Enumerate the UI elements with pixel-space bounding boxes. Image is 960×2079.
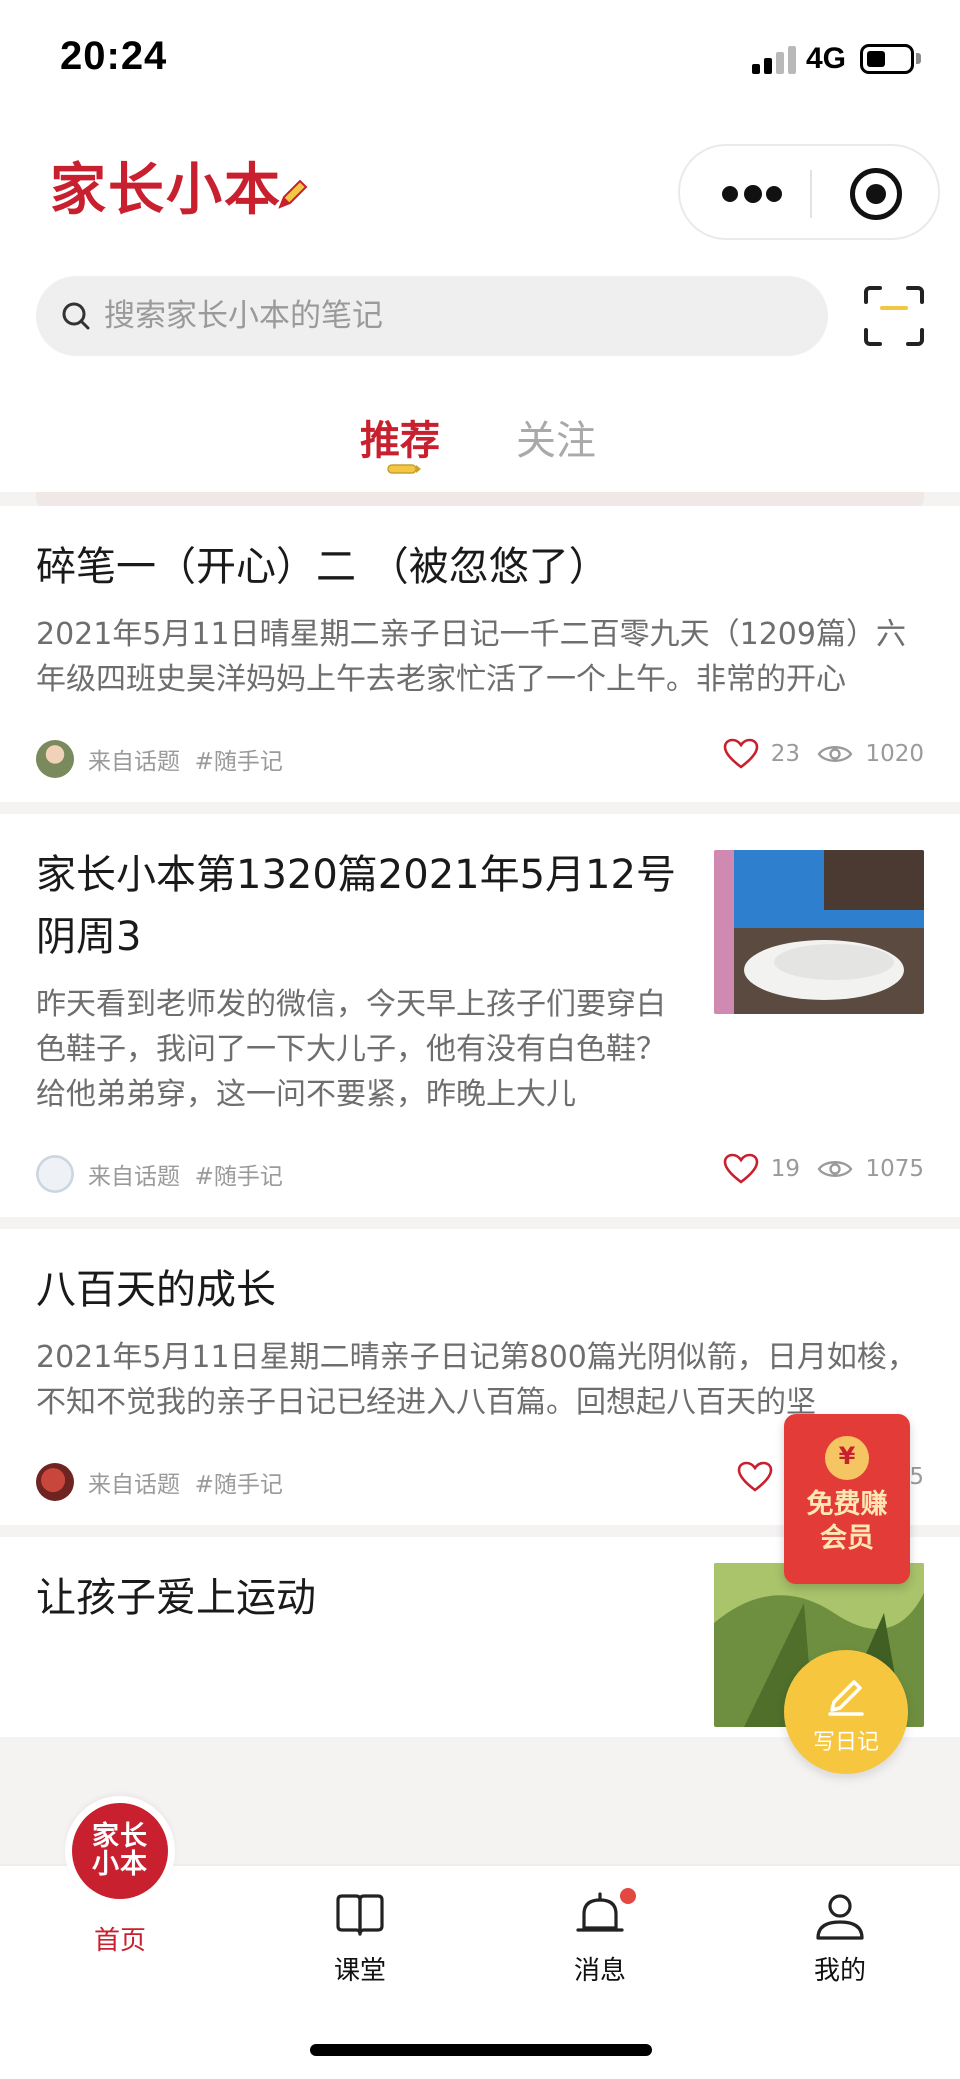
battery-icon (860, 44, 914, 74)
tab-recommend[interactable]: 推荐 (360, 408, 440, 466)
close-mini-program-icon[interactable] (850, 168, 902, 220)
note-title: 家长小本第1320篇2021年5月12号阴周3 (36, 852, 676, 960)
logo-pencil-icon (278, 179, 308, 209)
search-icon (62, 302, 90, 330)
promo-line-1: 免费赚 (806, 1489, 888, 1520)
home-logo-badge: 家长 小本 (65, 1796, 175, 1906)
note-source: 来自话题 #随手记 (88, 742, 283, 776)
note-footer: 来自话题 #随手记 19 1075 (36, 1117, 924, 1217)
like-number: 23 (770, 741, 800, 767)
heart-icon (723, 738, 759, 769)
note-excerpt: 2021年5月11日晴星期二亲子日记一千二百零九天（1209篇）六年级四班史昊洋… (36, 617, 906, 697)
view-count: 1075 (817, 1153, 924, 1185)
note-source: 来自话题 #随手记 (88, 1465, 283, 1499)
home-logo-circle: 家长 小本 (72, 1803, 168, 1899)
nav-classroom-label: 课堂 (333, 1956, 386, 1986)
money-bag-icon (825, 1436, 869, 1480)
topic-tag[interactable]: #随手记 (195, 1472, 283, 1498)
logo-text: 家长小本 (50, 157, 282, 223)
note-source: 来自话题 #随手记 (88, 1157, 283, 1191)
nav-home-label: 首页 (93, 1926, 146, 1956)
write-diary-label: 写日记 (812, 1730, 879, 1755)
capsule-divider (810, 170, 812, 218)
nav-messages[interactable]: 消息 (520, 1888, 680, 1987)
nav-home[interactable]: 家长 小本 首页 (40, 1796, 200, 1957)
heart-icon (723, 1153, 759, 1184)
note-card[interactable]: 家长小本第1320篇2021年5月12号阴周3 昨天看到老师发的微信，今天早上孩… (0, 814, 960, 1217)
scan-icon[interactable] (862, 284, 926, 348)
avatar[interactable] (36, 1155, 74, 1193)
eye-icon (818, 1161, 853, 1177)
home-badge-line-1: 家长 (92, 1821, 148, 1852)
note-footer: 来自话题 #随手记 23 1020 (36, 702, 924, 802)
note-thumbnail (714, 850, 924, 1014)
source-label: 来自话题 (88, 749, 180, 775)
feed-tabs: 推荐 关注 (0, 400, 960, 480)
app-logo: 家长小本 (50, 150, 310, 223)
like-count[interactable]: 19 (723, 1153, 800, 1185)
like-count[interactable]: 23 (723, 738, 800, 770)
topic-tag[interactable]: #随手记 (195, 749, 283, 775)
promo-text: 免费赚 会员 (784, 1488, 910, 1556)
pencil-icon (828, 1680, 864, 1716)
search-bar[interactable] (36, 276, 828, 356)
user-icon (816, 1894, 864, 1940)
more-options-icon[interactable] (722, 184, 782, 204)
eye-icon (818, 746, 853, 762)
free-membership-promo[interactable]: 免费赚 会员 (784, 1414, 910, 1584)
nav-profile-label: 我的 (813, 1956, 866, 1986)
promo-line-2: 会员 (820, 1523, 874, 1554)
note-excerpt: 2021年5月11日星期二晴亲子日记第800篇光阴似箭，日月如梭，不知不觉我的亲… (36, 1340, 917, 1420)
mini-program-capsule (678, 144, 940, 240)
home-indicator[interactable] (310, 2044, 652, 2056)
nav-messages-label: 消息 (573, 1956, 626, 1986)
note-title: 碎笔一（开心）二 （被忽悠了） (36, 544, 609, 590)
write-diary-button[interactable]: 写日记 (784, 1650, 908, 1774)
nav-classroom[interactable]: 课堂 (280, 1888, 440, 1987)
heart-icon (738, 1461, 773, 1492)
avatar[interactable] (36, 1463, 74, 1501)
source-label: 来自话题 (88, 1164, 180, 1190)
note-excerpt: 昨天看到老师发的微信，今天早上孩子们要穿白色鞋子，我问了一下大儿子，他有没有白色… (36, 987, 666, 1112)
book-icon (336, 1894, 384, 1936)
unread-dot (620, 1888, 636, 1904)
status-time: 20:24 (60, 34, 168, 78)
tab-follow[interactable]: 关注 (516, 408, 596, 466)
view-number: 1020 (865, 741, 924, 767)
network-type: 4G (806, 42, 847, 75)
avatar[interactable] (36, 740, 74, 778)
note-title: 八百天的成长 (36, 1267, 276, 1313)
topic-tag[interactable]: #随手记 (195, 1164, 283, 1190)
view-number: 1075 (865, 1156, 924, 1182)
battery-tip (916, 53, 921, 64)
note-card[interactable]: 碎笔一（开心）二 （被忽悠了） 2021年5月11日晴星期二亲子日记一千二百零九… (0, 506, 960, 802)
signal-icon (752, 46, 798, 74)
view-count: 1020 (817, 738, 924, 770)
nav-profile[interactable]: 我的 (760, 1888, 920, 1987)
like-number: 19 (770, 1156, 800, 1182)
latest-update-strip (36, 492, 924, 506)
source-label: 来自话题 (88, 1472, 180, 1498)
active-tab-pencil-indicator (387, 464, 421, 474)
home-badge-line-2: 小本 (92, 1849, 148, 1880)
status-bar: 20:24 4G (0, 0, 960, 110)
note-title: 让孩子爱上运动 (36, 1575, 316, 1621)
search-input[interactable] (104, 298, 744, 334)
